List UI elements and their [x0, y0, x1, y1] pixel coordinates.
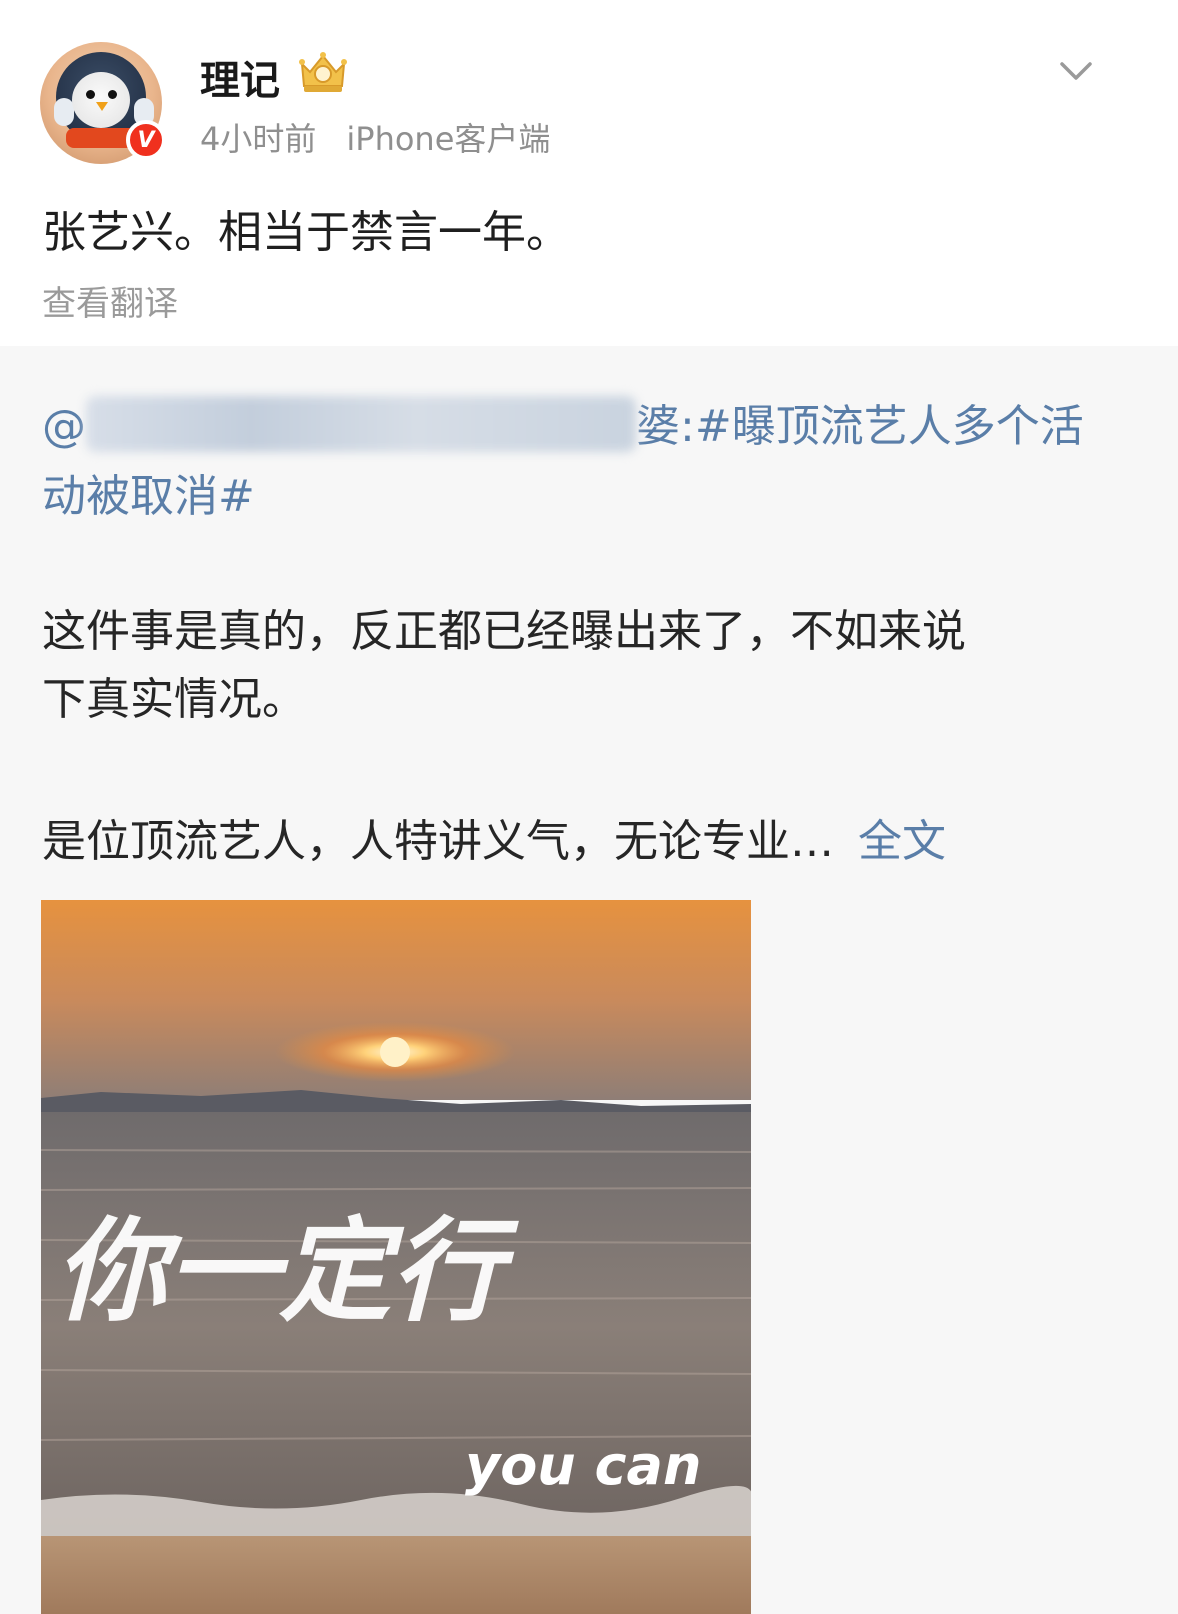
repost-header-line: @ 婆:#曝顶流艺人多个活 [42, 390, 1084, 454]
sunset-sea-image: 你一定行 you can [41, 900, 751, 1614]
repost-text-line: 下真实情况。 [42, 674, 306, 725]
avatar-earmuff-left [54, 98, 74, 126]
image-caption: you can [465, 1434, 701, 1497]
avatar-eye-right [108, 90, 117, 99]
avatar-eye-left [86, 90, 95, 99]
repost-body: 这件事是真的，反正都已经曝出来了，不如来说 下真实情况。 是位顶流艺人，人特讲义… [42, 598, 1142, 876]
view-translation-link[interactable]: 查看翻译 [42, 276, 178, 325]
avatar-face [72, 72, 130, 128]
mention-at[interactable]: @ [42, 401, 86, 452]
post-time: 4小时前 [200, 120, 317, 158]
hashtag-link-continued[interactable]: 动被取消# [42, 460, 255, 524]
verified-badge-icon: V [126, 120, 166, 160]
repost-container[interactable]: @ 婆:#曝顶流艺人多个活 动被取消# 这件事是真的，反正都已经曝出来了，不如来说… [0, 346, 1178, 1614]
crown-badge-icon[interactable] [296, 50, 350, 96]
post-meta: 4小时前 iPhone客户端 [200, 114, 550, 160]
username[interactable]: 理记 [200, 48, 280, 106]
mention-name-tail[interactable]: 婆 [636, 401, 680, 452]
avatar-beak [96, 102, 108, 111]
repost-text-preview: 是位顶流艺人，人特讲义气，无论专业… 全文 [42, 808, 1142, 876]
blurred-mention-name[interactable] [86, 396, 636, 452]
post-source: iPhone客户端 [346, 120, 551, 158]
full-text-link[interactable]: 全文 [858, 816, 946, 867]
post-text: 张艺兴。相当于禁言一年。 [42, 207, 570, 258]
repost-text-line: 这件事是真的，反正都已经曝出来了，不如来说 [42, 606, 966, 657]
hashtag-link[interactable]: :#曝顶流艺人多个活 [680, 401, 1084, 452]
repost-text-truncated: 是位顶流艺人，人特讲义气，无论专业… [42, 816, 834, 867]
calligraphy-text: 你一定行 [55, 1206, 519, 1337]
post-image[interactable]: 你一定行 you can [41, 900, 751, 1614]
post-header: V 理记 4小时前 iPhone客户端 [0, 0, 1178, 180]
chevron-down-icon[interactable] [1058, 56, 1094, 86]
